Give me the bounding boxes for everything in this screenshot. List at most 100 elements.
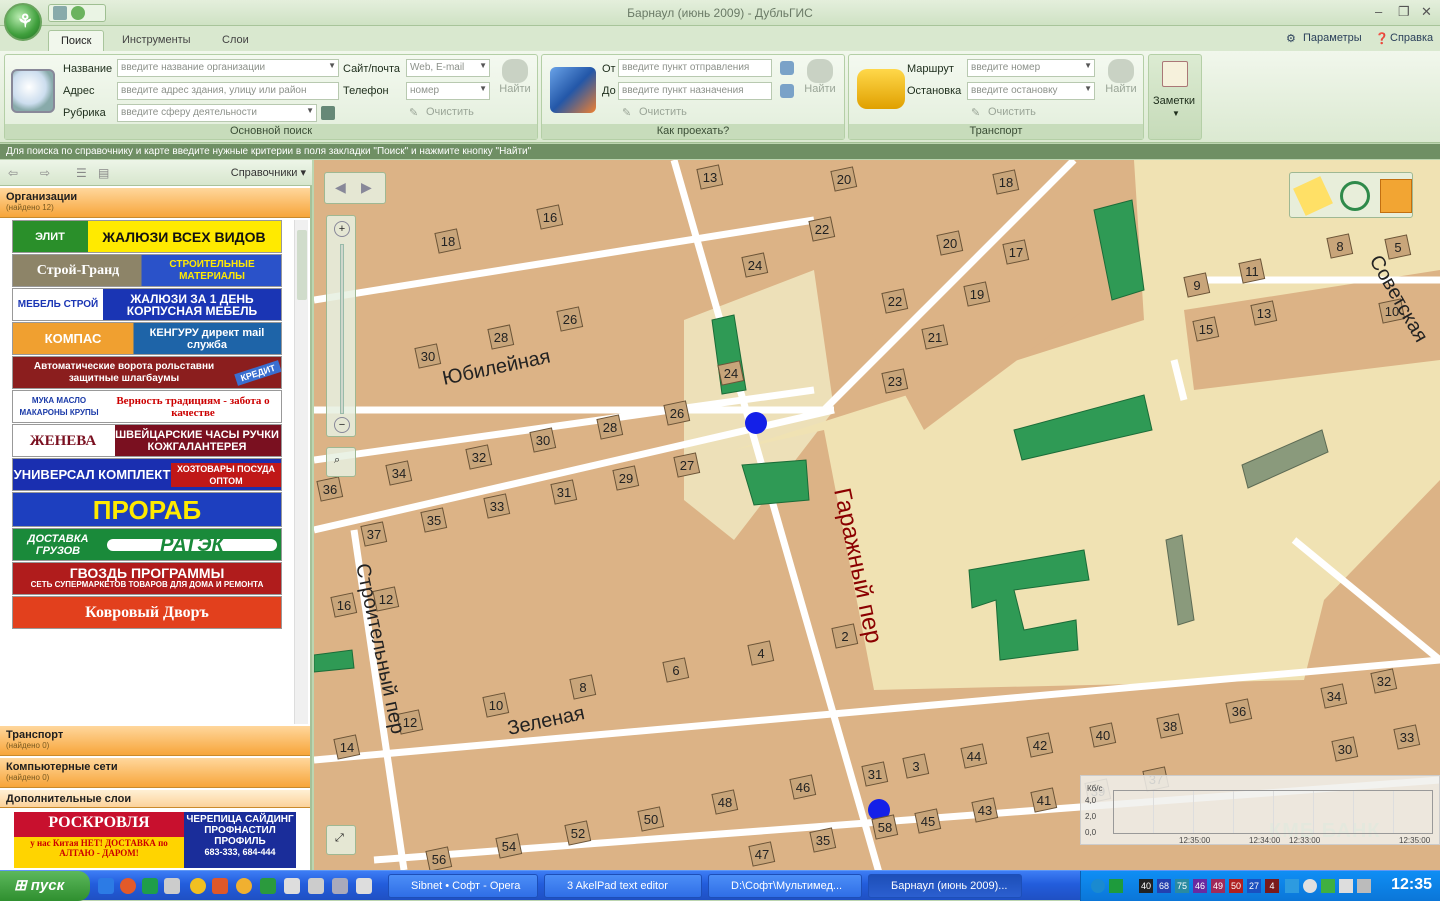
rubric-tree-icon[interactable] bbox=[321, 106, 335, 120]
banner-ratek[interactable]: ДОСТАВКА ГРУЗОВ РАТЭК bbox=[12, 528, 282, 561]
map-back-icon[interactable]: ◀ bbox=[335, 179, 346, 196]
home-icon[interactable] bbox=[71, 6, 85, 20]
map-canvas[interactable]: 13 20 18 16 22 18 20 24 17 19 9 11 8 5 28 26 22 21 15 13 10 3… bbox=[314, 160, 1440, 870]
banner-geneva[interactable]: ЖЕНЕВА ШВЕЙЦАРСКИЕ ЧАСЫ РУЧКИ КОЖГАЛАНТЕР… bbox=[12, 424, 282, 457]
tray-app-icon[interactable] bbox=[1339, 879, 1353, 893]
quicklaunch-ie-icon[interactable] bbox=[98, 878, 114, 894]
ruler-icon[interactable] bbox=[1293, 176, 1333, 216]
stop-input[interactable]: введите остановку ▼ bbox=[967, 82, 1095, 100]
quicklaunch-app-icon[interactable] bbox=[142, 878, 158, 894]
pick-to-icon[interactable] bbox=[780, 84, 794, 98]
transport-find-button[interactable]: Найти bbox=[1101, 59, 1141, 95]
task-dublgis[interactable]: Барнаул (июнь 2009)... bbox=[868, 874, 1022, 898]
chevron-down-icon[interactable]: ▼ bbox=[479, 84, 487, 93]
tab-tools[interactable]: Инструменты bbox=[110, 30, 203, 52]
pick-from-icon[interactable] bbox=[780, 61, 794, 75]
quicklaunch-info-icon[interactable] bbox=[190, 878, 206, 894]
name-input[interactable]: введите название организации ▼ bbox=[117, 59, 339, 77]
quicklaunch-app-icon[interactable] bbox=[164, 878, 180, 894]
category-organizations[interactable]: Организации (найдено 12) bbox=[0, 188, 310, 218]
banner-gvozd[interactable]: ГВОЗДЬ ПРОГРАММЫ СЕТЬ СУПЕРМАРКЕТОВ ТОВАР… bbox=[12, 562, 282, 595]
route-find-button[interactable]: Найти bbox=[800, 59, 840, 95]
category-computer-networks[interactable]: Компьютерные сети (найдено 0) bbox=[0, 758, 310, 788]
banner-kompas[interactable]: КОМПАС КЕНГУРУ директ mail служба bbox=[12, 322, 282, 355]
banner-jalousie[interactable]: ЭЛИТ ЖАЛЮЗИ ВСЕХ ВИДОВ bbox=[12, 220, 282, 253]
tray-app-icon[interactable] bbox=[1109, 879, 1123, 893]
category-transport[interactable]: Транспорт (найдено 0) bbox=[0, 726, 310, 756]
zoom-track[interactable] bbox=[340, 244, 344, 414]
quicklaunch-app-icon[interactable] bbox=[260, 878, 276, 894]
app-menu-button[interactable]: ⚘ bbox=[4, 3, 42, 41]
quicklaunch-app-icon[interactable] bbox=[236, 878, 252, 894]
back-arrow-icon[interactable]: ⇦ bbox=[8, 166, 18, 180]
task-akelpad[interactable]: 3 AkelPad text editor bbox=[544, 874, 702, 898]
chevron-down-icon[interactable]: ▼ bbox=[306, 106, 314, 115]
tab-layers[interactable]: Слои bbox=[210, 30, 261, 52]
banner-prorab[interactable]: ПРОРАБ bbox=[12, 492, 282, 527]
zoom-in-icon[interactable]: + bbox=[334, 221, 350, 237]
task-explorer[interactable]: D:\Софт\Мультимед... bbox=[708, 874, 862, 898]
notes-button[interactable]: Заметки ▼ bbox=[1148, 54, 1202, 140]
banner-scrollbar[interactable] bbox=[294, 220, 308, 724]
zoom-tool[interactable]: ⌕ bbox=[326, 447, 356, 477]
address-input[interactable]: введите адрес здания, улицу или район bbox=[117, 82, 339, 100]
tray-counter[interactable]: 68 bbox=[1157, 879, 1171, 893]
map-svg[interactable]: 13 2018162218202417199118 5282622211513 103… bbox=[314, 160, 1440, 870]
quicklaunch-app-icon[interactable] bbox=[332, 878, 348, 894]
scroll-thumb[interactable] bbox=[297, 230, 307, 300]
find-button[interactable]: Найти bbox=[495, 59, 535, 95]
from-input[interactable]: введите пункт отправления bbox=[618, 59, 772, 77]
category-additional-layers[interactable]: Дополнительные слои bbox=[0, 790, 310, 808]
tray-counter[interactable]: 4 bbox=[1265, 879, 1279, 893]
chevron-down-icon[interactable]: ▼ bbox=[328, 61, 336, 70]
banner-mebel-stroy[interactable]: МЕБЕЛЬ СТРОЙ ЖАЛЮЗИ ЗА 1 ДЕНЬ КОРПУСНАЯ М… bbox=[12, 288, 282, 321]
site-input[interactable]: Web, E-mail ▼ bbox=[406, 59, 490, 77]
print-icon[interactable] bbox=[53, 6, 67, 20]
quicklaunch-app-icon[interactable] bbox=[356, 878, 372, 894]
tray-app-icon[interactable] bbox=[1303, 879, 1317, 893]
tray-app-icon[interactable] bbox=[1321, 879, 1335, 893]
quicklaunch-app-icon[interactable] bbox=[212, 878, 228, 894]
tray-app-icon[interactable] bbox=[1091, 879, 1105, 893]
route-number-input[interactable]: введите номер ▼ bbox=[967, 59, 1095, 77]
zoom-out-icon[interactable]: − bbox=[334, 417, 350, 433]
quicklaunch-mail-icon[interactable] bbox=[120, 878, 136, 894]
forward-arrow-icon[interactable]: ⇨ bbox=[40, 166, 50, 180]
route-clear-button[interactable]: Очистить bbox=[639, 106, 687, 118]
transport-clear-button[interactable]: Очистить bbox=[988, 106, 1036, 118]
fullscreen-tool[interactable]: ⤢ bbox=[326, 825, 356, 855]
close-icon[interactable]: ✕ bbox=[1421, 4, 1432, 20]
minimize-icon[interactable]: – bbox=[1375, 4, 1382, 19]
tray-counter[interactable]: 49 bbox=[1211, 879, 1225, 893]
document-icon[interactable]: ▤ bbox=[98, 166, 109, 180]
start-button[interactable]: ⊞ пуск bbox=[0, 871, 90, 901]
volume-icon[interactable] bbox=[1357, 879, 1371, 893]
task-opera[interactable]: Sibnet • Софт - Opera bbox=[388, 874, 538, 898]
radar-icon[interactable] bbox=[1340, 181, 1370, 211]
quicklaunch-app-icon[interactable] bbox=[284, 878, 300, 894]
3d-view-icon[interactable] bbox=[1380, 179, 1412, 213]
help-link[interactable]: Справка bbox=[1390, 32, 1433, 44]
rubric-input[interactable]: введите сферу деятельности ▼ bbox=[117, 104, 317, 122]
banner-flour[interactable]: МУКА МАСЛО МАКАРОНЫ КРУПЫ Верность традиц… bbox=[12, 390, 282, 423]
quicklaunch-app-icon[interactable] bbox=[308, 878, 324, 894]
map-forward-icon[interactable]: ▶ bbox=[361, 179, 372, 196]
banner-universal[interactable]: УНИВЕРСАЛ КОМПЛЕКТ ХОЗТОВАРЫ ПОСУДА ОПТОМ bbox=[12, 458, 282, 491]
banner-kovrovy-dvor[interactable]: Ковровый Дворъ bbox=[12, 596, 282, 629]
tray-counter[interactable]: 46 bbox=[1193, 879, 1207, 893]
banner-stroy-grand[interactable]: Строй-Гранд СТРОИТЕЛЬНЫЕ МАТЕРИАЛЫ bbox=[12, 254, 282, 287]
list-view-icon[interactable]: ☰ bbox=[76, 166, 87, 180]
tray-counter[interactable]: 27 bbox=[1247, 879, 1261, 893]
to-input[interactable]: введите пункт назначения bbox=[618, 82, 772, 100]
zoom-control[interactable]: + − bbox=[326, 215, 356, 437]
tray-counter[interactable]: 50 bbox=[1229, 879, 1243, 893]
chevron-down-icon[interactable]: ▼ bbox=[479, 61, 487, 70]
bottom-ad[interactable]: РОСКРОВЛЯ у нас Китая НЕТ! ДОСТАВКА по А… bbox=[14, 812, 296, 868]
tray-counter[interactable]: 75 bbox=[1175, 879, 1189, 893]
chevron-down-icon[interactable]: ▼ bbox=[1084, 61, 1092, 70]
restore-icon[interactable]: ❐ bbox=[1398, 4, 1410, 20]
chevron-down-icon[interactable]: ▼ bbox=[1084, 84, 1092, 93]
params-link[interactable]: Параметры bbox=[1303, 32, 1362, 44]
tray-app-icon[interactable] bbox=[1285, 879, 1299, 893]
tray-counter[interactable]: 40 bbox=[1139, 879, 1153, 893]
